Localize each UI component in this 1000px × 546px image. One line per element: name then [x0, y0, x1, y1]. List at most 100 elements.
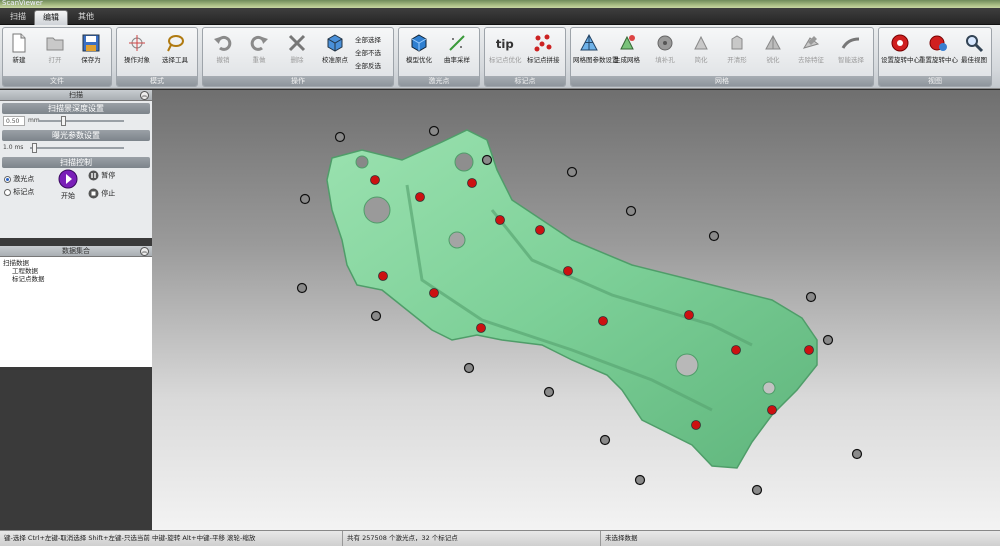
- marker-point: [691, 420, 701, 430]
- ribbon-group-mode: 操作对象 选择工具 模式: [116, 27, 198, 87]
- select-tool-button[interactable]: 选择工具: [159, 31, 191, 75]
- best-view-button[interactable]: 最佳视图: [957, 31, 991, 75]
- scan-panel: 扫描景深度设置 0.50 mm 曝光参数设置 1.0 ms 扫描控制 激光点 标…: [0, 101, 152, 238]
- data-collection-title: 数据集合 ︽: [0, 246, 152, 257]
- marker-dots-icon: [534, 34, 552, 52]
- depth-value-field[interactable]: 0.50: [3, 116, 25, 126]
- ribbon-group-operations: 撤销 重做 删除 校准原点 全部选择 全部不选 全部反选 操作: [202, 27, 394, 87]
- select-all-button[interactable]: 全部选择: [355, 34, 381, 47]
- blue-cube-icon: [411, 34, 427, 52]
- marker-point: [731, 345, 741, 355]
- group-title-laser: 激光点: [399, 76, 479, 86]
- save-as-button[interactable]: 保存为: [75, 31, 107, 75]
- part-hole: [454, 152, 474, 172]
- radio-marker-indicator[interactable]: [4, 188, 11, 196]
- marker-point: [804, 345, 814, 355]
- invert-selection-button[interactable]: 全部反选: [355, 60, 381, 73]
- pause-button[interactable]: 暂停: [88, 170, 115, 181]
- mesh-params-button[interactable]: 网格图参数设置: [573, 31, 619, 75]
- exposure-slider-thumb[interactable]: [32, 143, 38, 153]
- marker-point: [476, 323, 486, 333]
- operation-target-button[interactable]: 操作对象: [121, 31, 153, 75]
- marker-point: [625, 205, 637, 217]
- tab-edit[interactable]: 编辑: [34, 10, 68, 25]
- marker-point: [851, 448, 863, 460]
- group-title-marker: 标记点: [485, 76, 565, 86]
- marker-point: [370, 310, 382, 322]
- ribbon-tab-bar: 扫描 编辑 其他: [0, 8, 1000, 25]
- scan-model-canvas[interactable]: [152, 90, 1000, 530]
- marker-point: [535, 225, 545, 235]
- fill-holes-button[interactable]: 填补孔: [649, 31, 681, 75]
- undo-icon: [214, 35, 232, 51]
- status-hint: 键-选择 Ctrl+左键-取消选择 Shift+左键-只选当前 中键-旋转 Al…: [4, 534, 256, 542]
- 3d-viewport[interactable]: [152, 90, 1000, 530]
- generate-mesh-button[interactable]: 生成网格: [611, 31, 643, 75]
- ribbon-group-laser: 模型优化 曲率采样 激光点: [398, 27, 480, 87]
- tab-scan[interactable]: 扫描: [2, 10, 34, 25]
- start-button[interactable]: 开始: [56, 169, 80, 201]
- model-optimize-button[interactable]: 模型优化: [403, 31, 435, 75]
- data-tree: 扫描数据 工程数据 标记点数据: [0, 257, 152, 367]
- group-title-operations: 操作: [203, 76, 393, 86]
- sharpen-button[interactable]: 锐化: [757, 31, 789, 75]
- open-shape-icon: [731, 35, 743, 50]
- marker-optimize-button[interactable]: tip 标记点优化: [489, 31, 522, 75]
- new-file-icon: [12, 33, 26, 53]
- redo-button[interactable]: 重做: [243, 31, 275, 75]
- new-button[interactable]: 新建: [3, 31, 35, 75]
- marker-point: [334, 131, 346, 143]
- set-rotation-center-button[interactable]: 设置旋转中心: [881, 31, 920, 75]
- smart-select-button[interactable]: 智能选择: [835, 31, 867, 75]
- scanned-part-surface[interactable]: [326, 129, 818, 469]
- tab-other[interactable]: 其他: [70, 10, 102, 25]
- radio-laser[interactable]: 激光点: [4, 174, 34, 184]
- play-icon: [58, 169, 78, 189]
- collapse-icon[interactable]: ︽: [140, 91, 149, 100]
- exposure-slider-row: 1.0 ms: [0, 141, 152, 155]
- curvature-icon: [449, 35, 465, 51]
- tree-item-scan-data[interactable]: 扫描数据: [3, 259, 149, 267]
- delete-button[interactable]: 删除: [281, 31, 313, 75]
- curvature-sampling-button[interactable]: 曲率采样: [441, 31, 473, 75]
- lasso-icon: [167, 35, 184, 52]
- reset-rotation-center-button[interactable]: 重置旋转中心: [919, 31, 958, 75]
- scan-panel-title: 扫描 ︽: [0, 90, 152, 101]
- sphere-icon: [657, 35, 673, 51]
- magnifier-icon: [966, 35, 984, 53]
- ribbon: 新建 打开 保存为 文件 操作对象 选择工具 模式 撤销 重做 删除 校准原点 …: [0, 25, 1000, 89]
- collapse-icon[interactable]: ︽: [140, 247, 149, 256]
- mesh-triangle-icon: [580, 33, 598, 51]
- marker-point: [463, 362, 475, 374]
- tree-item-marker-data[interactable]: 标记点数据: [3, 275, 149, 283]
- select-none-button[interactable]: 全部不选: [355, 47, 381, 60]
- marker-point: [566, 166, 578, 178]
- smart-select-icon: [841, 37, 860, 49]
- undo-button[interactable]: 撤销: [207, 31, 239, 75]
- simplify-button[interactable]: 简化: [685, 31, 717, 75]
- scan-control-area: 激光点 标记点 开始 暂停 停止: [0, 168, 152, 214]
- exposure-slider[interactable]: [30, 143, 124, 153]
- open-shape-button[interactable]: 开清形: [721, 31, 753, 75]
- svg-text:tip: tip: [496, 37, 514, 51]
- calibrate-origin-button[interactable]: 校准原点: [319, 31, 351, 75]
- part-hole: [355, 155, 369, 169]
- remove-feature-button[interactable]: 去除特征: [795, 31, 827, 75]
- cube-icon: [327, 34, 343, 52]
- marker-stitch-button[interactable]: 标记点拼接: [527, 31, 560, 75]
- marker-point: [598, 316, 608, 326]
- crosshair-icon: [129, 35, 145, 51]
- radio-laser-indicator[interactable]: [4, 175, 11, 183]
- depth-slider-thumb[interactable]: [61, 116, 67, 126]
- stop-button[interactable]: 停止: [88, 188, 115, 199]
- tree-item-project-data[interactable]: 工程数据: [3, 267, 149, 275]
- ribbon-group-file: 新建 打开 保存为 文件: [2, 27, 112, 87]
- marker-point: [599, 434, 611, 446]
- depth-slider[interactable]: [38, 116, 124, 126]
- scan-control-header: 扫描控制: [2, 157, 150, 168]
- open-button[interactable]: 打开: [39, 31, 71, 75]
- radio-marker[interactable]: 标记点: [4, 187, 34, 197]
- depth-slider-row: 0.50 mm: [0, 114, 152, 128]
- remove-feature-icon: [802, 36, 820, 49]
- marker-point: [467, 178, 477, 188]
